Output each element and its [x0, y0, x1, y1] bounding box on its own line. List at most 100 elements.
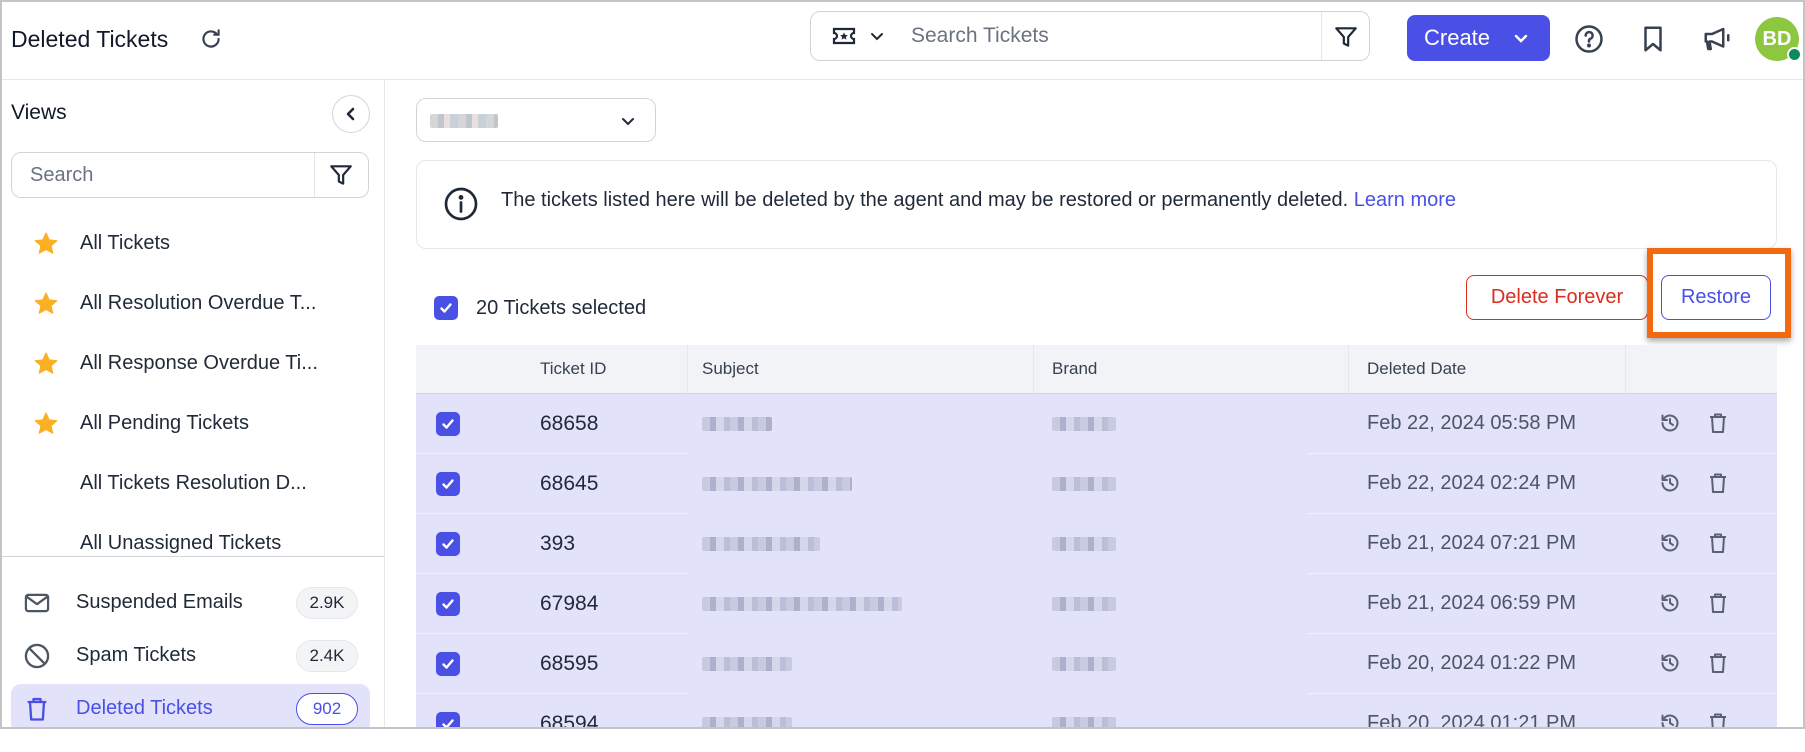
divider	[314, 153, 315, 197]
subject-redacted	[702, 597, 902, 611]
check-icon	[442, 599, 454, 609]
ticket-id[interactable]: 68594	[540, 712, 598, 727]
table-row[interactable]: 68645 Feb 22, 2024 02:24 PM	[416, 454, 1777, 514]
restore-history-icon[interactable]	[1658, 411, 1682, 435]
chevron-down-icon	[1512, 29, 1530, 47]
brand-filter-dropdown[interactable]	[416, 98, 656, 142]
ticket-id[interactable]: 393	[540, 532, 575, 556]
sidebar-item-spam-tickets[interactable]: Spam Tickets 2.4K	[11, 631, 370, 681]
star-icon[interactable]	[32, 411, 60, 437]
ticket-type-icon[interactable]	[831, 24, 857, 48]
brand-redacted	[1052, 477, 1116, 491]
row-checkbox[interactable]	[436, 712, 460, 727]
trash-icon	[23, 695, 51, 723]
delete-forever-button[interactable]: Delete Forever	[1466, 275, 1648, 320]
views-sidebar: Views All Tickets All Resolution Overdue …	[2, 80, 385, 727]
delete-trash-icon[interactable]	[1706, 651, 1730, 675]
restore-history-icon[interactable]	[1658, 471, 1682, 495]
check-icon	[440, 303, 452, 313]
column-header-deleted-date[interactable]: Deleted Date	[1349, 345, 1626, 394]
views-search-input[interactable]	[30, 160, 300, 190]
delete-trash-icon[interactable]	[1706, 591, 1730, 615]
sidebar-item-deleted-tickets[interactable]: Deleted Tickets 902	[11, 684, 370, 727]
filter-icon[interactable]	[328, 162, 354, 188]
sidebar-view-item[interactable]: All Unassigned Tickets	[2, 519, 384, 569]
brand-redacted	[1052, 417, 1116, 431]
row-checkbox[interactable]	[436, 532, 460, 556]
ticket-id[interactable]: 67984	[540, 592, 598, 616]
star-icon[interactable]	[32, 231, 60, 257]
refresh-icon[interactable]	[198, 26, 224, 52]
sidebar-view-label: All Tickets	[80, 232, 171, 254]
help-icon[interactable]	[1574, 24, 1604, 54]
row-checkbox[interactable]	[436, 652, 460, 676]
presence-status-dot	[1787, 47, 1802, 62]
chevron-down-icon	[619, 112, 637, 130]
deleted-date: Feb 21, 2024 06:59 PM	[1367, 592, 1577, 614]
subject-redacted	[702, 537, 820, 551]
bookmark-icon[interactable]	[1638, 24, 1668, 54]
chevron-down-icon[interactable]	[868, 27, 886, 45]
table-row[interactable]: 393 Feb 21, 2024 07:21 PM	[416, 514, 1777, 574]
count-badge: 2.9K	[296, 587, 358, 619]
selected-brand-redacted	[430, 114, 498, 128]
subject-redacted	[702, 717, 792, 727]
sidebar-view-item[interactable]: All Response Overdue Ti...	[2, 339, 384, 389]
selected-count-text: 20 Tickets selected	[476, 297, 647, 319]
restore-history-icon[interactable]	[1658, 711, 1682, 727]
learn-more-link[interactable]: Learn more	[1354, 189, 1456, 211]
sidebar-view-label: All Pending Tickets	[80, 412, 249, 434]
table-row[interactable]: 67984 Feb 21, 2024 06:59 PM	[416, 574, 1777, 634]
column-header-ticket-id[interactable]: Ticket ID	[416, 345, 688, 394]
sidebar-item-label: Deleted Tickets	[76, 697, 213, 719]
brand-redacted	[1052, 717, 1116, 727]
restore-history-icon[interactable]	[1658, 591, 1682, 615]
user-avatar[interactable]: BD	[1755, 17, 1802, 62]
divider	[1321, 12, 1322, 60]
delete-trash-icon[interactable]	[1706, 531, 1730, 555]
row-checkbox[interactable]	[436, 592, 460, 616]
select-all-checkbox[interactable]	[434, 296, 458, 320]
restore-button[interactable]: Restore	[1661, 275, 1771, 320]
restore-history-icon[interactable]	[1658, 651, 1682, 675]
sidebar-item-suspended-emails[interactable]: Suspended Emails 2.9K	[11, 578, 370, 628]
announcement-megaphone-icon[interactable]	[1702, 24, 1732, 54]
create-button[interactable]: Create	[1407, 15, 1550, 61]
filter-icon[interactable]	[1333, 24, 1359, 50]
ticket-id[interactable]: 68595	[540, 652, 598, 676]
app-frame: Deleted Tickets Create	[0, 0, 1805, 729]
info-text: The tickets listed here will be deleted …	[501, 189, 1456, 212]
deleted-date: Feb 20, 2024 01:22 PM	[1367, 652, 1577, 674]
column-header-subject[interactable]: Subject	[688, 345, 1034, 394]
ticket-id[interactable]: 68645	[540, 472, 598, 496]
delete-trash-icon[interactable]	[1706, 471, 1730, 495]
info-message: The tickets listed here will be deleted …	[501, 189, 1349, 211]
restore-history-icon[interactable]	[1658, 531, 1682, 555]
sidebar-item-label: Suspended Emails	[76, 591, 243, 613]
row-checkbox[interactable]	[436, 472, 460, 496]
collapse-sidebar-button[interactable]	[332, 95, 370, 133]
delete-trash-icon[interactable]	[1706, 711, 1730, 727]
check-icon	[442, 659, 454, 669]
delete-trash-icon[interactable]	[1706, 411, 1730, 435]
row-checkbox[interactable]	[436, 412, 460, 436]
table-row[interactable]: 68594 Feb 20, 2024 01:21 PM	[416, 694, 1777, 729]
info-banner: The tickets listed here will be deleted …	[416, 160, 1777, 249]
column-header-brand[interactable]: Brand	[1034, 345, 1349, 394]
sidebar-view-item[interactable]: All Resolution Overdue T...	[2, 279, 384, 329]
search-tickets-input[interactable]	[911, 20, 1241, 52]
star-icon[interactable]	[32, 291, 60, 317]
sidebar-view-label: All Tickets Resolution D...	[80, 472, 307, 494]
brand-redacted	[1052, 657, 1116, 671]
sidebar-view-item[interactable]: All Pending Tickets	[2, 399, 384, 449]
deleted-date: Feb 20, 2024 01:21 PM	[1367, 712, 1577, 729]
star-icon[interactable]	[32, 351, 60, 377]
count-badge: 2.4K	[296, 640, 358, 672]
ticket-id[interactable]: 68658	[540, 412, 598, 436]
sidebar-view-item[interactable]: All Tickets	[2, 219, 384, 269]
sidebar-view-item[interactable]: All Tickets Resolution D...	[2, 459, 384, 509]
views-search-box	[11, 152, 369, 198]
table-row[interactable]: 68658 Feb 22, 2024 05:58 PM	[416, 394, 1777, 454]
table-row[interactable]: 68595 Feb 20, 2024 01:22 PM	[416, 634, 1777, 694]
page-title: Deleted Tickets	[11, 26, 169, 52]
